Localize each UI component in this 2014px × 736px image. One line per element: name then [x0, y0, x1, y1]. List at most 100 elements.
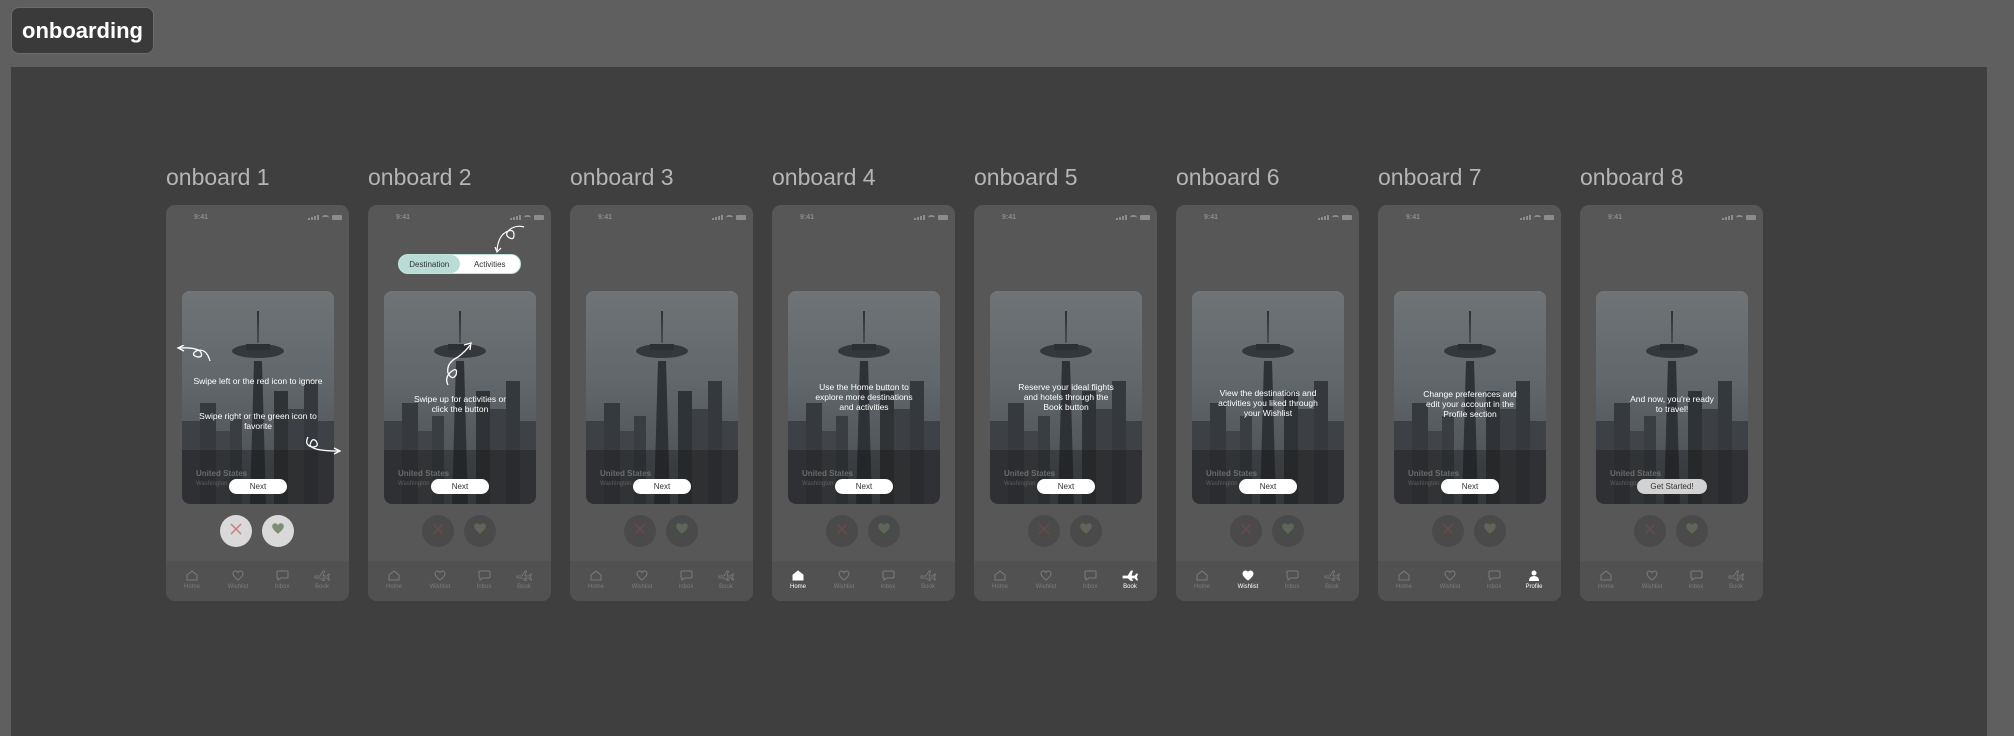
destination-card[interactable]: United States Washington Next Swipe up for … [384, 291, 536, 504]
close-icon [1239, 522, 1253, 541]
destination-card[interactable]: United States Washington Next View the dest… [1192, 291, 1344, 504]
wifi-icon [928, 215, 935, 220]
tab-2[interactable]: Inbox [1676, 569, 1716, 590]
destination-card[interactable]: United States Washington Next [586, 291, 738, 504]
card-city: Washington [398, 481, 430, 487]
tab-0[interactable]: Home [980, 569, 1020, 590]
reject-button[interactable] [1634, 515, 1666, 547]
tab-bar: Home Wishlist Inbox Book [1580, 561, 1763, 601]
frame-label[interactable]: onboard 4 [772, 164, 876, 191]
like-button[interactable] [262, 515, 294, 547]
status-icons [914, 215, 948, 220]
destination-card[interactable]: United States Washington Next Reserve your … [990, 291, 1142, 504]
reject-button[interactable] [826, 515, 858, 547]
tab-1[interactable]: Wishlist [824, 569, 864, 590]
like-button[interactable] [666, 515, 698, 547]
tab-2[interactable]: Inbox [262, 569, 302, 590]
tab-2[interactable]: Inbox [666, 569, 706, 590]
tab-label: Wishlist [429, 584, 451, 590]
tab-1[interactable]: Wishlist [420, 569, 460, 590]
next-button[interactable]: Next [1037, 479, 1095, 494]
next-button[interactable]: Next [835, 479, 893, 494]
reject-button[interactable] [1230, 515, 1262, 547]
card-country: United States [1004, 469, 1056, 478]
like-button[interactable] [464, 515, 496, 547]
signal-icon [510, 215, 521, 220]
chat-icon [1272, 569, 1312, 582]
tab-3[interactable]: Book [504, 569, 544, 590]
tab-2[interactable]: Inbox [868, 569, 908, 590]
tab-2[interactable]: Inbox [464, 569, 504, 590]
tab-2[interactable]: Inbox [1272, 569, 1312, 590]
reject-button[interactable] [422, 515, 454, 547]
battery-icon [1140, 215, 1150, 220]
frame-label[interactable]: onboard 7 [1378, 164, 1482, 191]
destination-card[interactable]: United States Washington Next Change prefer… [1394, 291, 1546, 504]
page-title[interactable]: onboarding [11, 7, 154, 54]
like-button[interactable] [868, 515, 900, 547]
signal-icon [914, 215, 925, 220]
frame-label[interactable]: onboard 2 [368, 164, 472, 191]
tab-1[interactable]: Wishlist [1026, 569, 1066, 590]
like-button[interactable] [1070, 515, 1102, 547]
tab-bar: Home Wishlist Inbox Book [368, 561, 551, 601]
frame-label[interactable]: onboard 8 [1580, 164, 1684, 191]
reject-button[interactable] [624, 515, 656, 547]
reject-button[interactable] [1028, 515, 1060, 547]
tab-3[interactable]: Book [1110, 569, 1150, 590]
next-button[interactable]: Next [431, 479, 489, 494]
tab-0[interactable]: Home [778, 569, 818, 590]
status-time: 9:41 [1002, 214, 1017, 221]
like-button[interactable] [1272, 515, 1304, 547]
tab-0[interactable]: Home [172, 569, 212, 590]
tab-label: Home [385, 584, 402, 590]
next-button[interactable]: Next [1441, 479, 1499, 494]
next-button[interactable]: Next [1239, 479, 1297, 494]
status-time: 9:41 [598, 214, 613, 221]
frame-label[interactable]: onboard 1 [166, 164, 270, 191]
close-icon [229, 522, 243, 541]
next-button[interactable]: Next [229, 479, 287, 494]
frame-label[interactable]: onboard 3 [570, 164, 674, 191]
frame-label[interactable]: onboard 6 [1176, 164, 1280, 191]
tab-0[interactable]: Home [576, 569, 616, 590]
tab-3[interactable]: Book [302, 569, 342, 590]
card-city: Washington [1408, 481, 1440, 487]
tab-0[interactable]: Home [1384, 569, 1424, 590]
tab-3[interactable]: Book [706, 569, 746, 590]
tab-3[interactable]: Profile [1514, 569, 1554, 590]
tab-1[interactable]: Wishlist [622, 569, 662, 590]
tab-2[interactable]: Inbox [1474, 569, 1514, 590]
next-button[interactable]: Next [633, 479, 691, 494]
tab-2[interactable]: Inbox [1070, 569, 1110, 590]
tab-0[interactable]: Home [1586, 569, 1626, 590]
destination-card[interactable]: United States Washington Next Swipe left or… [182, 291, 334, 504]
tab-1[interactable]: Wishlist [1228, 569, 1268, 590]
status-time: 9:41 [396, 214, 411, 221]
tab-3[interactable]: Book [908, 569, 948, 590]
heart-icon [1632, 569, 1672, 582]
home-icon [172, 569, 212, 582]
reject-button[interactable] [1432, 515, 1464, 547]
onboarding-hint: View the destinations and activities you… [1218, 388, 1318, 418]
like-button[interactable] [1474, 515, 1506, 547]
tab-0[interactable]: Home [1182, 569, 1222, 590]
tab-3[interactable]: Book [1716, 569, 1756, 590]
destination-card[interactable]: United States Washington Get Started! And n… [1596, 291, 1748, 504]
tab-1[interactable]: Wishlist [218, 569, 258, 590]
destination-card[interactable]: United States Washington Next Use the Home … [788, 291, 940, 504]
tab-0[interactable]: Home [374, 569, 414, 590]
tab-3[interactable]: Book [1312, 569, 1352, 590]
get-started-button[interactable]: Get Started! [1637, 479, 1707, 494]
reject-button[interactable] [220, 515, 252, 547]
onboarding-hint: Change preferences and edit your account… [1423, 389, 1517, 419]
home-icon [980, 569, 1020, 582]
tab-1[interactable]: Wishlist [1632, 569, 1672, 590]
wifi-icon [1736, 215, 1743, 220]
frame-label[interactable]: onboard 5 [974, 164, 1078, 191]
like-button[interactable] [1676, 515, 1708, 547]
tab-label: Home [1193, 584, 1210, 590]
tab-label: Profile [1525, 584, 1543, 590]
toggle-destination[interactable]: Destination [399, 255, 460, 273]
tab-1[interactable]: Wishlist [1430, 569, 1470, 590]
